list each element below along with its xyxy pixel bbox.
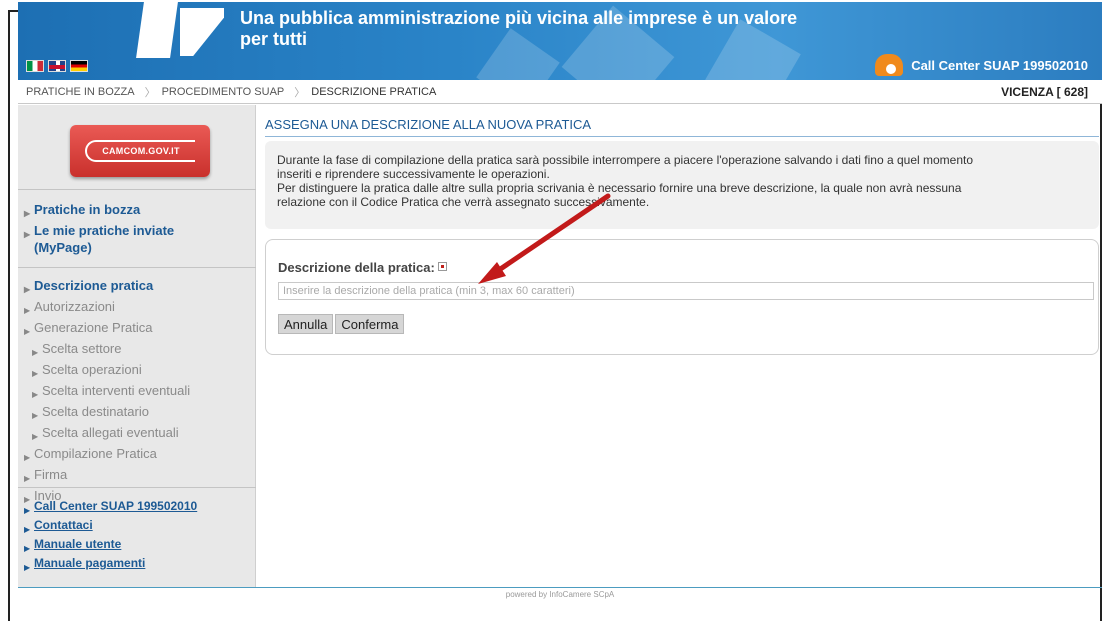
sidebar-divider (18, 487, 256, 488)
sidebar-bottom-links: ▶ Call Center SUAP 199502010 ▶ Contattac… (24, 499, 197, 575)
call-center-label: Call Center SUAP 199502010 (911, 57, 1088, 73)
arrow-right-icon: ▶ (32, 390, 39, 399)
call-center-header: Call Center SUAP 199502010 (875, 54, 1088, 76)
step-label: Scelta interventi eventuali (42, 383, 191, 398)
cancel-button[interactable]: Annulla (278, 314, 334, 334)
region-label: VICENZA [ 628] (1001, 84, 1088, 99)
step-firma: ▶ Firma (24, 466, 190, 487)
sidebar-steps: ▶ Descrizione pratica ▶ Autorizzazioni ▶… (24, 277, 190, 508)
step-scelta-destinatario: ▶ Scelta destinatario (24, 403, 190, 424)
sidebar: CAMCOM.GOV.IT ▶ Pratiche in bozza ▶ Le m… (18, 105, 256, 587)
link-manuale-utente[interactable]: ▶ Manuale utente (24, 537, 197, 556)
step-scelta-allegati: ▶ Scelta allegati eventuali (24, 424, 190, 445)
language-selector (26, 60, 88, 72)
info-text: Durante la fase di compilazione della pr… (277, 153, 974, 167)
step-label: Autorizzazioni (34, 299, 115, 314)
arrow-right-icon: ▶ (24, 474, 31, 483)
phone-icon (875, 54, 904, 76)
step-label: Scelta destinatario (42, 404, 149, 419)
info-text: Per distinguere la pratica dalle altre s… (277, 181, 962, 195)
info-text: relazione con il Codice Pratica che verr… (277, 195, 650, 209)
step-label: Scelta operazioni (42, 362, 142, 377)
link-contattaci[interactable]: ▶ Contattaci (24, 518, 197, 537)
description-input[interactable] (278, 282, 1094, 300)
slogan-line: per tutti (240, 29, 307, 49)
link-call-center[interactable]: ▶ Call Center SUAP 199502010 (24, 499, 197, 518)
step-descrizione-pratica[interactable]: ▶ Descrizione pratica (24, 277, 190, 298)
arrow-right-icon: ▶ (24, 306, 31, 315)
flag-italy-icon[interactable] (26, 60, 44, 72)
arrow-right-icon: ▶ (24, 230, 31, 239)
breadcrumb-item-pratiche-in-bozza[interactable]: PRATICHE IN BOZZA (18, 86, 139, 98)
arrow-right-icon: ▶ (32, 348, 39, 357)
info-text: inseriti e riprendere successivamente le… (277, 167, 550, 181)
step-scelta-operazioni: ▶ Scelta operazioni (24, 361, 190, 382)
confirm-button[interactable]: Conferma (335, 314, 405, 334)
site-header: Una pubblica amministrazione più vicina … (18, 2, 1102, 80)
arrow-right-icon: ▶ (24, 285, 31, 294)
step-label: Scelta settore (42, 341, 122, 356)
chevron-right-icon: 〉 (294, 86, 306, 99)
breadcrumb-item-procedimento-suap[interactable]: PROCEDIMENTO SUAP (162, 86, 289, 98)
sidebar-item-mypage[interactable]: ▶ Le mie pratiche inviate (MyPage) (24, 222, 224, 256)
required-icon (437, 262, 447, 271)
link-manuale-pagamenti[interactable]: ▶ Manuale pagamenti (24, 556, 197, 575)
sidebar-top-links: ▶ Pratiche in bozza ▶ Le mie pratiche in… (24, 201, 224, 256)
arrow-right-icon: ▶ (24, 453, 31, 462)
link-manuale-pagamenti-label[interactable]: Manuale pagamenti (34, 556, 145, 571)
step-generazione-pratica: ▶ Generazione Pratica (24, 319, 190, 340)
step-scelta-settore: ▶ Scelta settore (24, 340, 190, 361)
step-label: Scelta allegati eventuali (42, 425, 179, 440)
info-box: Durante la fase di compilazione della pr… (265, 141, 1099, 229)
site-logo[interactable] (128, 2, 228, 62)
camcom-logo-text: CAMCOM.GOV.IT (85, 140, 195, 162)
step-label: Descrizione pratica (34, 278, 154, 293)
sidebar-item-pratiche-in-bozza[interactable]: ▶ Pratiche in bozza (24, 201, 224, 222)
description-label-row: Descrizione della pratica: (278, 260, 447, 275)
arrow-right-icon: ▶ (24, 525, 31, 534)
header-slogan: Una pubblica amministrazione più vicina … (240, 8, 840, 50)
arrow-right-icon: ▶ (24, 327, 31, 336)
step-compilazione-pratica: ▶ Compilazione Pratica (24, 445, 190, 466)
footer-rule (18, 587, 1102, 588)
link-call-center-label[interactable]: Call Center SUAP 199502010 (34, 499, 197, 514)
link-contattaci-label[interactable]: Contattaci (34, 518, 93, 533)
arrow-right-icon: ▶ (24, 209, 31, 218)
slogan-line: Una pubblica amministrazione più vicina … (240, 8, 798, 28)
step-autorizzazioni: ▶ Autorizzazioni (24, 298, 190, 319)
arrow-right-icon: ▶ (32, 432, 39, 441)
sidebar-divider (18, 267, 256, 268)
arrow-right-icon: ▶ (24, 544, 31, 553)
breadcrumb-item-descrizione-pratica: DESCRIZIONE PRATICA (311, 85, 437, 98)
description-form: Descrizione della pratica: Annulla Confe… (265, 239, 1099, 355)
form-actions: Annulla Conferma (278, 314, 405, 334)
camcom-logo-button[interactable]: CAMCOM.GOV.IT (70, 125, 210, 177)
sidebar-item-label: Pratiche in bozza (34, 202, 141, 217)
sidebar-divider (18, 189, 256, 190)
flag-uk-icon[interactable] (48, 60, 66, 72)
sidebar-item-label: Le mie pratiche inviate (MyPage) (34, 223, 175, 255)
description-label: Descrizione della pratica: (278, 260, 435, 275)
step-label: Compilazione Pratica (34, 446, 157, 461)
arrow-right-icon: ▶ (32, 411, 39, 420)
chevron-right-icon: 〉 (144, 86, 156, 99)
arrow-right-icon: ▶ (24, 506, 31, 515)
link-manuale-utente-label[interactable]: Manuale utente (34, 537, 121, 552)
arrow-right-icon: ▶ (24, 563, 31, 572)
footer-credit: powered by InfoCamere SCpA (505, 590, 615, 599)
breadcrumb: PRATICHE IN BOZZA 〉 PROCEDIMENTO SUAP 〉 … (18, 80, 1102, 104)
step-scelta-interventi: ▶ Scelta interventi eventuali (24, 382, 190, 403)
flag-germany-icon[interactable] (70, 60, 88, 72)
main-content: ASSEGNA UNA DESCRIZIONE ALLA NUOVA PRATI… (265, 105, 1101, 587)
step-label: Generazione Pratica (34, 320, 153, 335)
page-title: ASSEGNA UNA DESCRIZIONE ALLA NUOVA PRATI… (265, 117, 1099, 137)
arrow-right-icon: ▶ (32, 369, 39, 378)
step-label: Firma (34, 467, 68, 482)
